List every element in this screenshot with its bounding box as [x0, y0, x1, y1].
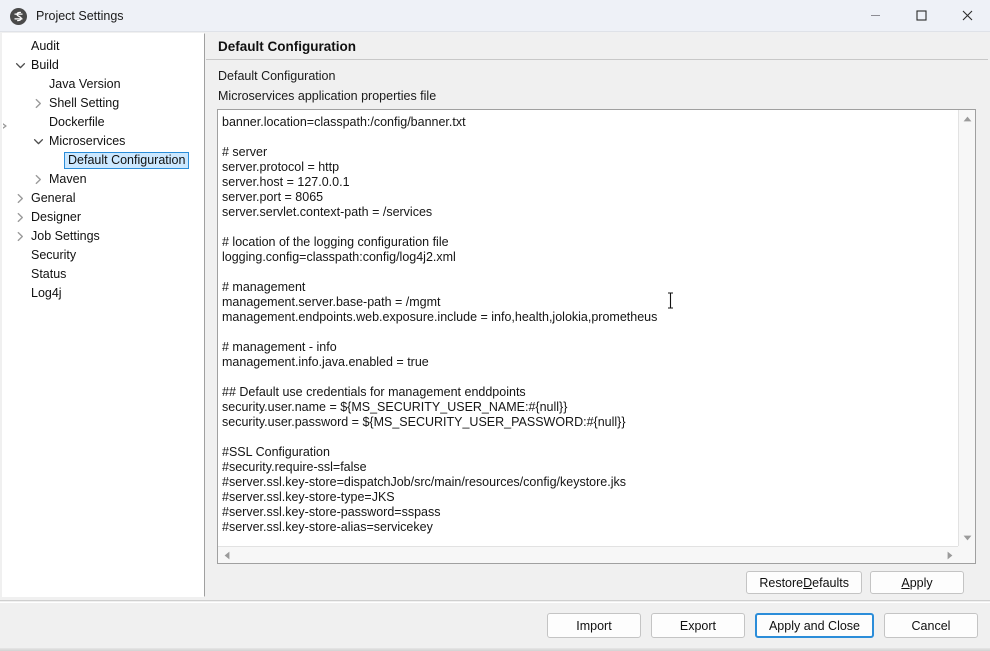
title-bar-left: Project Settings	[10, 0, 124, 32]
sidebar-item-label: Status	[29, 266, 68, 283]
restore-defaults-post: efaults	[812, 576, 849, 590]
sidebar-item-shell-setting[interactable]: Shell Setting	[3, 94, 204, 113]
chevron-right-icon[interactable]	[11, 227, 29, 246]
editor-horizontal-scrollbar[interactable]	[218, 546, 975, 563]
sidebar-item-default-configuration[interactable]: Default Configuration	[3, 151, 204, 170]
footer-separator	[0, 600, 990, 601]
sidebar-item-microservices[interactable]: Microservices	[3, 132, 204, 151]
tree-spacer	[47, 151, 65, 170]
restore-defaults-pre: Restore	[759, 576, 803, 590]
sidebar-item-build[interactable]: Build	[3, 56, 204, 75]
settings-tree-panel[interactable]: Audit Build Java Version Shell Setting Docke…	[2, 33, 205, 597]
properties-editor[interactable]	[217, 109, 976, 564]
pane-title-bar: Default Configuration	[206, 33, 988, 60]
sidebar-item-label: Build	[29, 57, 61, 74]
pane-description: Microservices application properties fil…	[218, 89, 436, 103]
properties-text-input[interactable]	[218, 110, 959, 546]
sidebar-item-label: General	[29, 190, 77, 207]
chevron-right-icon[interactable]	[11, 189, 29, 208]
app-logo-icon	[10, 8, 27, 25]
sidebar-item-label: Shell Setting	[47, 95, 121, 112]
export-button[interactable]: Export	[651, 613, 745, 638]
apply-and-close-button[interactable]: Apply and Close	[755, 613, 874, 638]
scrollbar-corner	[958, 546, 975, 563]
chevron-right-icon[interactable]	[29, 170, 47, 189]
content-area: Audit Build Java Version Shell Setting Docke…	[0, 32, 990, 602]
sidebar-item-label: Dockerfile	[47, 114, 107, 131]
project-settings-window: Project Settings Audit Build Java Version S…	[0, 0, 990, 651]
chevron-right-icon[interactable]	[29, 94, 47, 113]
apply-post: pply	[910, 576, 933, 590]
tree-spacer	[29, 113, 47, 132]
sidebar-item-maven[interactable]: Maven	[3, 170, 204, 189]
sidebar-item-job-settings[interactable]: Job Settings	[3, 227, 204, 246]
scroll-left-icon[interactable]	[218, 547, 235, 563]
sidebar-item-java-version[interactable]: Java Version	[3, 75, 204, 94]
chevron-down-icon[interactable]	[29, 132, 47, 151]
tree-spacer	[11, 284, 29, 303]
sidebar-item-label: Default Configuration	[64, 152, 189, 169]
import-button[interactable]: Import	[547, 613, 641, 638]
chevron-down-icon[interactable]	[11, 56, 29, 75]
maximize-button[interactable]	[898, 0, 944, 31]
scroll-down-icon[interactable]	[959, 529, 975, 546]
pane-button-row: Restore Defaults Apply	[206, 571, 976, 594]
restore-defaults-button[interactable]: Restore Defaults	[746, 571, 862, 594]
pane-subtitle: Default Configuration	[218, 69, 335, 83]
footer-button-row: Import Export Apply and Close Cancel	[547, 613, 978, 638]
sidebar-item-general[interactable]: General	[3, 189, 204, 208]
apply-button[interactable]: Apply	[870, 571, 964, 594]
restore-defaults-mnemonic: D	[803, 576, 812, 590]
sidebar-item-audit[interactable]: Audit	[3, 37, 204, 56]
sidebar-item-status[interactable]: Status	[3, 265, 204, 284]
scroll-up-icon[interactable]	[959, 110, 975, 127]
close-button[interactable]	[944, 0, 990, 31]
footer-bar: Import Export Apply and Close Cancel	[0, 602, 990, 651]
sidebar-item-log4j[interactable]: Log4j	[3, 284, 204, 303]
chevron-right-icon[interactable]	[11, 208, 29, 227]
title-bar: Project Settings	[0, 0, 990, 32]
apply-mnemonic: A	[901, 576, 909, 590]
page-title: Default Configuration	[218, 39, 356, 54]
settings-tree[interactable]: Audit Build Java Version Shell Setting Docke…	[3, 34, 204, 303]
minimize-button[interactable]	[852, 0, 898, 31]
sidebar-item-label: Maven	[47, 171, 89, 188]
sidebar-item-label: Microservices	[47, 133, 127, 150]
sidebar-item-label: Security	[29, 247, 78, 264]
sidebar-item-label: Designer	[29, 209, 83, 226]
cancel-button[interactable]: Cancel	[884, 613, 978, 638]
tree-spacer	[29, 75, 47, 94]
sidebar-item-label: Log4j	[29, 285, 64, 302]
tree-spacer	[11, 265, 29, 284]
sidebar-item-designer[interactable]: Designer	[3, 208, 204, 227]
tree-spacer	[11, 37, 29, 56]
sidebar-item-label: Java Version	[47, 76, 123, 93]
settings-pane: Default Configuration Default Configurat…	[206, 33, 988, 597]
scroll-right-icon[interactable]	[941, 547, 958, 563]
editor-vertical-scrollbar[interactable]	[958, 110, 975, 546]
sidebar-item-dockerfile[interactable]: Dockerfile	[3, 113, 204, 132]
window-title: Project Settings	[36, 9, 124, 23]
tree-spacer	[11, 246, 29, 265]
window-controls	[852, 0, 990, 31]
sidebar-item-security[interactable]: Security	[3, 246, 204, 265]
sidebar-item-label: Audit	[29, 38, 62, 55]
sidebar-item-label: Job Settings	[29, 228, 102, 245]
